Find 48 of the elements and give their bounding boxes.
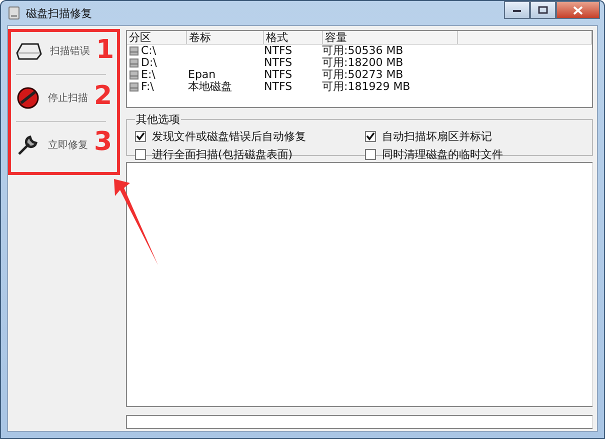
check-icon [366,132,375,141]
checkbox-option[interactable]: 发现文件或磁盘错误后自动修复 [135,129,365,144]
checkbox[interactable] [135,131,146,142]
minimize-icon [512,7,522,13]
close-icon [573,6,583,14]
column-header[interactable]: 容量 [323,31,458,44]
checkbox-option[interactable]: 同时清理磁盘的临时文件 [365,147,584,162]
checkbox[interactable] [365,149,376,160]
table-cell: NTFS [264,81,292,93]
column-header[interactable]: 格式 [264,31,323,44]
table-cell: NTFS [264,57,292,69]
table-cell[interactable]: F:\ [141,81,154,93]
drive-icon [129,46,139,56]
checkbox[interactable] [365,131,376,142]
window-title: 磁盘扫描修复 [26,6,92,20]
column-header[interactable]: 分区 [127,31,187,44]
column-header[interactable]: 卷标 [187,31,264,44]
table-cell: 可用:18200 MB [322,57,404,69]
group-title: 其他选项 [135,112,181,127]
close-button[interactable] [556,1,600,19]
sidebar-button[interactable]: 扫描错误 [12,30,94,72]
table-cell: 可用:181929 MB [322,81,410,93]
table-cell[interactable]: C:\ [141,45,156,57]
stop-icon [16,86,40,110]
drive-icon [129,58,139,68]
annotation-number: 3 [94,129,112,155]
table-cell: 本地磁盘 [188,81,232,93]
checkbox[interactable] [135,149,146,160]
table-cell: 可用:50536 MB [322,45,404,57]
table-cell: 可用:50273 MB [322,69,404,81]
table-cell: Epan [188,69,216,81]
table-cell[interactable]: E:\ [141,69,156,81]
drive-icon [129,70,139,80]
maximize-icon [538,6,548,14]
annotation-number: 2 [94,83,112,109]
table-cell[interactable]: D:\ [141,57,157,69]
maximize-button[interactable] [530,1,556,19]
drive-icon [129,82,139,92]
minimize-button[interactable] [504,1,530,19]
checkbox-option[interactable]: 自动扫描坏扇区并标记 [365,129,584,144]
table-cell: NTFS [264,45,292,57]
check-icon [136,132,145,141]
sidebar-button[interactable]: 停止扫描 [12,77,92,119]
annotation-number: 1 [96,37,114,63]
sidebar-button[interactable]: 立即修复 [12,124,92,166]
checkbox-option[interactable]: 进行全面扫描(包括磁盘表面) [135,147,365,162]
table-cell: NTFS [264,69,292,81]
wrench-icon [16,133,40,157]
